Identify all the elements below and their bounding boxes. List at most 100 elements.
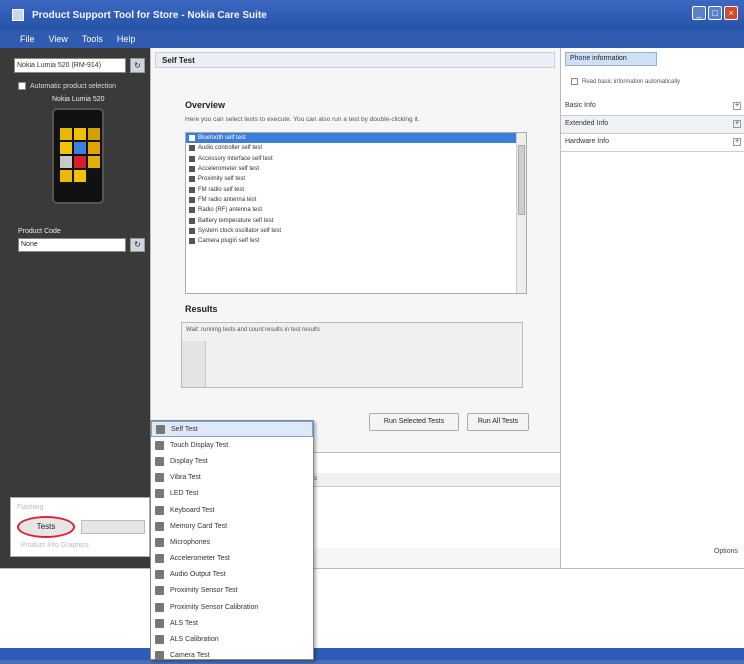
close-button[interactable]: × (724, 6, 738, 20)
menu-bar: File View Tools Help (0, 30, 744, 48)
test-type-icon (155, 602, 164, 612)
test-icon (189, 186, 195, 193)
secondary-button[interactable] (81, 520, 145, 534)
menu-item-als-test[interactable]: ALS Test (151, 615, 313, 631)
basic-info-row[interactable]: Basic Info + (561, 98, 744, 116)
run-selected-tests-button[interactable]: Run Selected Tests (369, 413, 459, 431)
test-list[interactable]: Bluetooth self test Audio controller self… (185, 132, 527, 294)
menu-tools[interactable]: Tools (82, 34, 103, 44)
bottom-area (0, 568, 744, 648)
menu-item-proximity-sensor-calibration[interactable]: Proximity Sensor Calibration (151, 599, 313, 615)
menu-help[interactable]: Help (117, 34, 136, 44)
device-refresh-button[interactable]: ↻ (130, 58, 145, 73)
product-info-item[interactable]: Product Info Graphics (21, 542, 89, 549)
tests-dropdown-menu: Self Test Touch Display Test Display Test V… (150, 420, 314, 661)
test-list-item[interactable]: Audio controller self test (186, 143, 526, 153)
menu-item-label: Microphones (170, 538, 211, 546)
auto-select-label: Automatic product selection (30, 82, 116, 90)
menu-item-label: ALS Calibration (170, 636, 219, 644)
menu-item-label: Display Test (170, 457, 208, 465)
test-list-item[interactable]: Battery temperature self test (186, 215, 526, 225)
menu-item-microphones[interactable]: Microphones (151, 534, 313, 550)
test-list-item[interactable]: System clock oscillator self test (186, 226, 526, 236)
test-label: FM radio self test (198, 186, 245, 193)
test-list-scrollbar[interactable] (516, 133, 526, 293)
flashing-item[interactable]: Flashing (17, 504, 43, 511)
test-type-icon (155, 473, 164, 483)
tab-phone-information[interactable]: Phone information (565, 52, 657, 66)
test-label: Audio controller self test (198, 145, 263, 152)
product-code-select[interactable]: None (18, 238, 126, 252)
menu-item-touch-display-test[interactable]: Touch Display Test (151, 437, 313, 453)
read-info-row[interactable]: Read basic information automatically (571, 78, 680, 85)
test-list-item[interactable]: FM radio self test (186, 184, 526, 194)
panel-header: Self Test (155, 52, 555, 68)
left-pane: Nokia Lumia 520 (RM-914) ↻ Automatic pro… (0, 48, 150, 568)
taskbar (0, 648, 744, 660)
expand-icon[interactable]: + (733, 102, 741, 110)
extended-info-row[interactable]: Extended Info + (561, 116, 744, 134)
read-info-label: Read basic information automatically (582, 78, 681, 85)
menu-item-keyboard-test[interactable]: Keyboard Test (151, 502, 313, 518)
read-info-checkbox[interactable] (571, 78, 578, 85)
test-type-icon (155, 537, 164, 547)
menu-item-accelerometer-test[interactable]: Accelerometer Test (151, 551, 313, 567)
auto-select-row[interactable]: Automatic product selection (18, 82, 116, 90)
menu-item-led-test[interactable]: LED Test (151, 486, 313, 502)
menu-item-memory-card-test[interactable]: Memory Card Test (151, 518, 313, 534)
menu-item-self-test[interactable]: Self Test (151, 421, 313, 438)
menu-file[interactable]: File (20, 34, 35, 44)
app-window: Product Support Tool for Store - Nokia C… (0, 0, 744, 661)
menu-view[interactable]: View (49, 34, 68, 44)
expand-icon[interactable]: + (733, 120, 741, 128)
test-icon (189, 155, 195, 162)
tests-button[interactable]: Tests (17, 516, 75, 538)
test-icon (189, 166, 195, 173)
hardware-info-row[interactable]: Hardware Info + (561, 134, 744, 152)
test-icon (189, 238, 195, 245)
results-title: Results (185, 304, 218, 314)
menu-item-label: LED Test (170, 490, 199, 498)
test-list-item[interactable]: FM radio antenna test (186, 195, 526, 205)
test-label: Radio (RF) antenna test (198, 207, 263, 214)
test-type-icon (155, 505, 164, 515)
menu-item-display-test[interactable]: Display Test (151, 453, 313, 469)
test-list-item[interactable]: Proximity self test (186, 174, 526, 184)
test-type-icon (155, 489, 164, 499)
test-label: Proximity self test (198, 176, 246, 183)
menu-item-als-calibration[interactable]: ALS Calibration (151, 631, 313, 647)
test-type-icon (156, 424, 165, 434)
test-icon (189, 196, 195, 203)
test-list-item[interactable]: Radio (RF) antenna test (186, 205, 526, 215)
test-list-item[interactable]: Bluetooth self test (186, 133, 526, 144)
start-menu-panel: Flashing Tests Product Info Graphics (10, 497, 150, 557)
auto-select-checkbox[interactable] (18, 82, 26, 90)
options-button[interactable]: Options (714, 548, 738, 555)
test-type-icon (155, 521, 164, 531)
menu-item-label: Vibra Test (170, 474, 201, 482)
menu-item-proximity-sensor-test[interactable]: Proximity Sensor Test (151, 583, 313, 599)
product-code-refresh-button[interactable]: ↻ (130, 238, 145, 252)
test-list-item[interactable]: Camera plugin self test (186, 236, 526, 246)
test-type-icon (155, 586, 164, 596)
overview-title: Overview (185, 100, 226, 110)
maximize-button[interactable]: □ (708, 6, 722, 20)
menu-item-label: Touch Display Test (170, 441, 229, 449)
window-title: Product Support Tool for Store - Nokia C… (32, 9, 267, 21)
device-select[interactable]: Nokia Lumia 520 (RM-914) (14, 58, 126, 73)
scrollbar-thumb[interactable] (518, 145, 525, 215)
app-icon (12, 9, 24, 21)
test-type-icon (155, 618, 164, 628)
minimize-button[interactable]: _ (692, 6, 706, 20)
menu-item-vibra-test[interactable]: Vibra Test (151, 470, 313, 486)
test-list-item[interactable]: Accessory interface self test (186, 154, 526, 164)
menu-item-label: Audio Output Test (170, 571, 226, 579)
test-label: Battery temperature self test (198, 217, 274, 224)
test-label: FM radio antenna test (198, 196, 257, 203)
menu-item-audio-output-test[interactable]: Audio Output Test (151, 567, 313, 583)
menu-item-label: Accelerometer Test (170, 555, 230, 563)
run-all-tests-button[interactable]: Run All Tests (467, 413, 529, 431)
expand-icon[interactable]: + (733, 138, 741, 146)
menu-item-camera-test[interactable]: Camera Test (151, 648, 313, 664)
test-list-item[interactable]: Accelerometer self test (186, 164, 526, 174)
